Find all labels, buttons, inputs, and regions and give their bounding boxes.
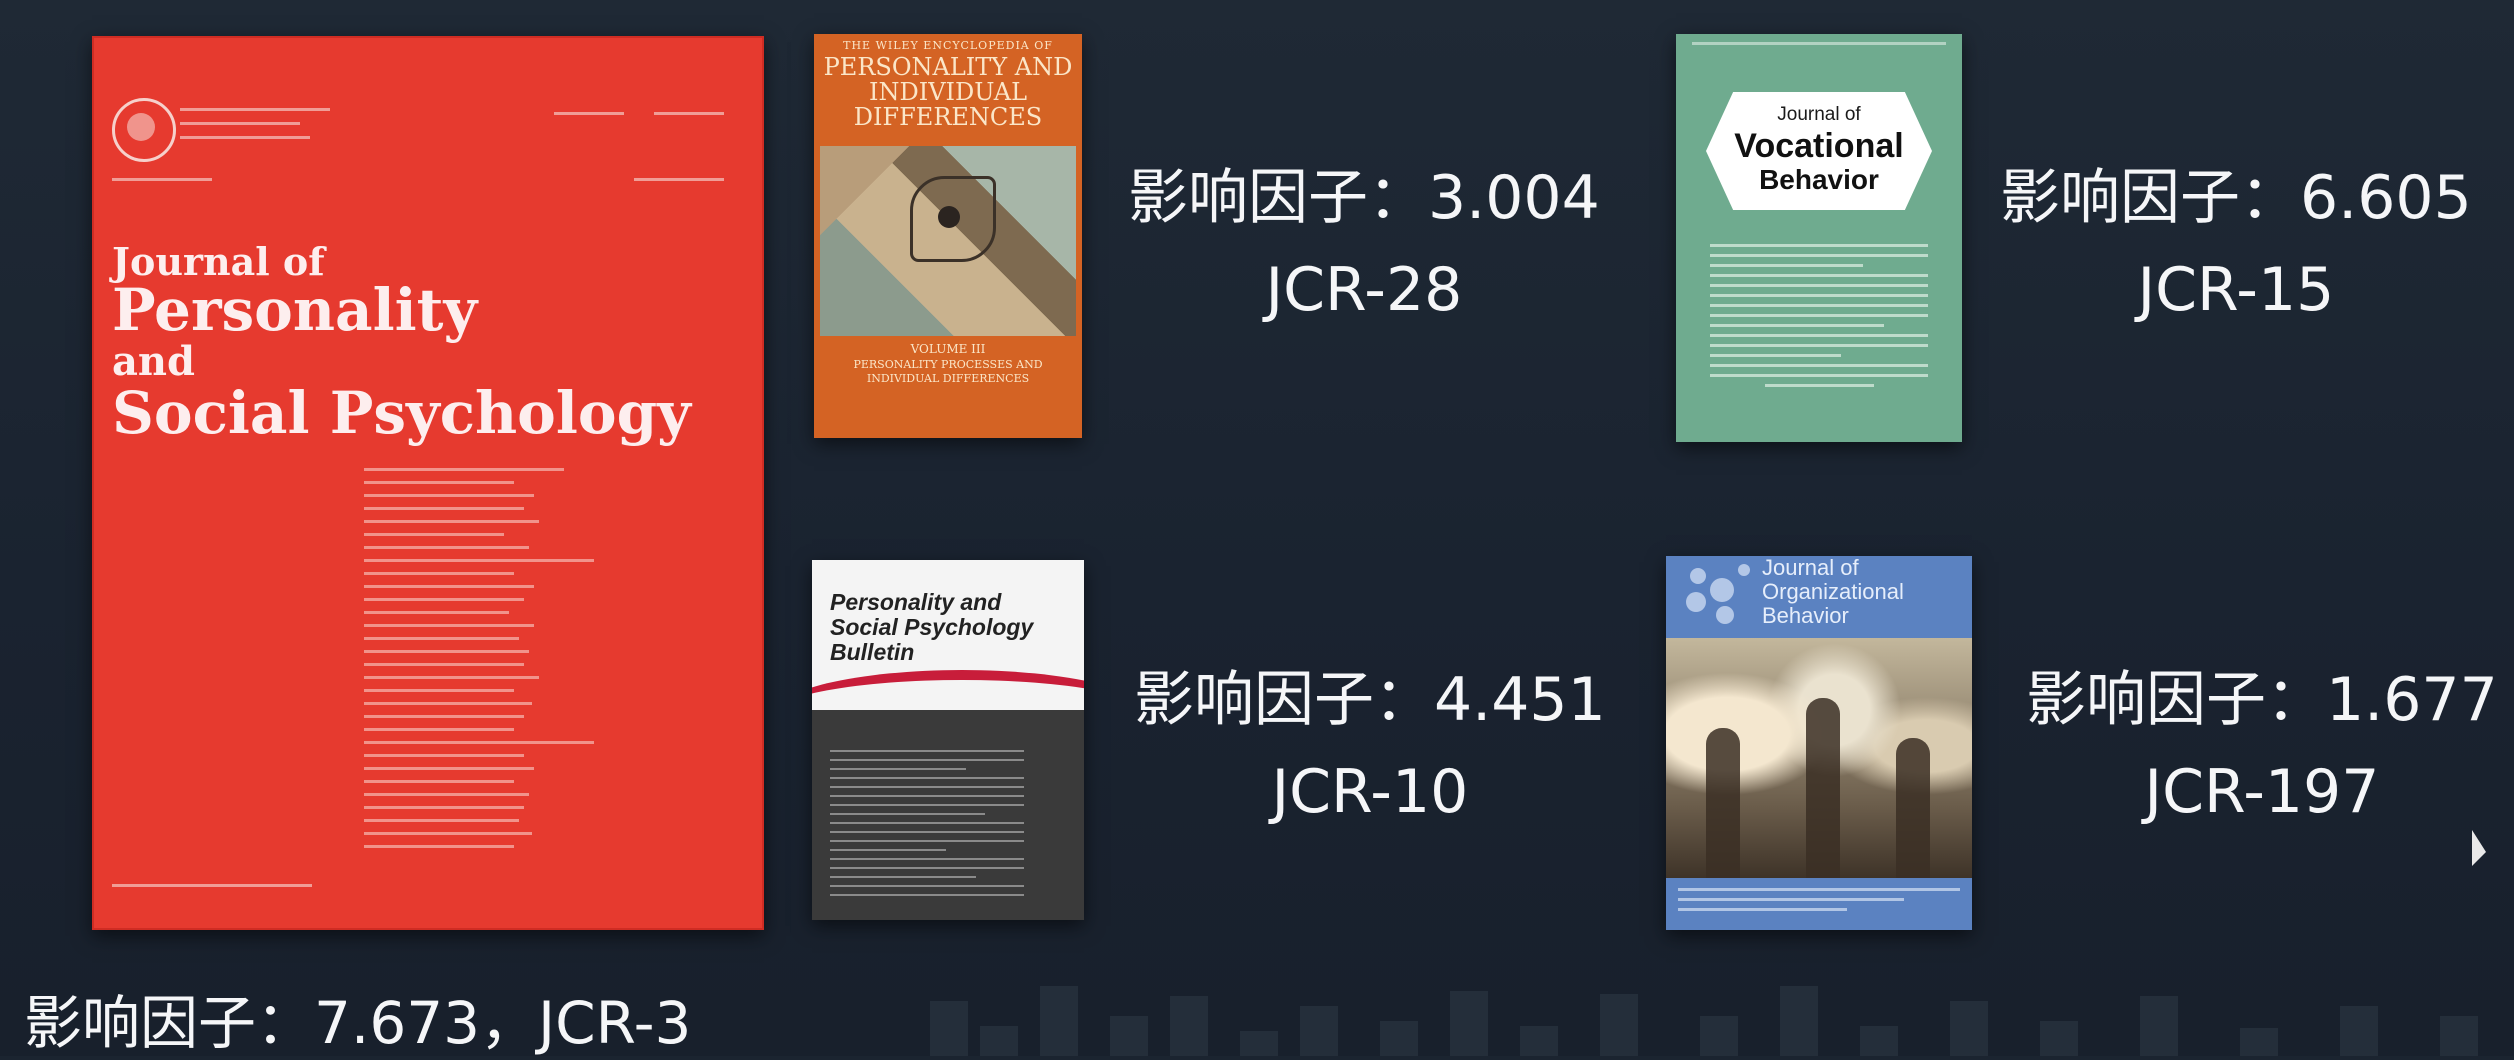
pspb-title: Personality and Social Psychology Bullet… [830,589,1034,665]
personality-encyclopedia-cover: THE WILEY ENCYCLOPEDIA OF PERSONALITY AN… [814,34,1082,438]
jpsp-impact-label: 影响因子：7.673，JCR-3 [24,989,692,1057]
jpsp-title-main: Personality and Social Psychology [112,276,691,448]
blurred-people-photo [1666,638,1972,878]
jpsp-table-of-contents [364,468,604,858]
vocational-impact-label: 影响因子：6.605 JCR-15 [2000,163,2472,325]
encyclopedia-impact-label: 影响因子：3.004 JCR-28 [1128,163,1600,325]
apa-seal-icon [112,98,176,162]
jpsp-cover: Journal of Personality and Social Psycho… [92,36,764,930]
organizational-title: Journal of Organizational Behavior [1762,556,1904,628]
pspb-contents [830,750,1024,903]
encyclopedia-title: THE WILEY ENCYCLOPEDIA OF PERSONALITY AN… [823,39,1073,131]
organizational-behavior-cover: Journal of Organizational Behavior [1666,556,1972,930]
pspb-impact-label: 影响因子：4.451 JCR-10 [1134,665,1606,827]
mouse-cursor-icon [2472,830,2486,866]
abstract-face-artwork [820,146,1076,336]
vocational-behavior-cover: Journal of Vocational Behavior [1676,34,1962,442]
red-swoosh [812,670,1084,760]
organizational-contents [1678,888,1960,918]
encyclopedia-volume: VOLUME III PERSONALITY PROCESSES AND IND… [853,342,1043,385]
organizational-impact-label: 影响因子：1.677 JCR-197 [2026,665,2498,827]
vocational-contents [1710,244,1928,394]
vocational-pre-title: Journal of [1777,104,1861,125]
vocational-title: Vocational Behavior [1734,127,1904,196]
pspb-cover: Personality and Social Psychology Bullet… [812,560,1084,920]
